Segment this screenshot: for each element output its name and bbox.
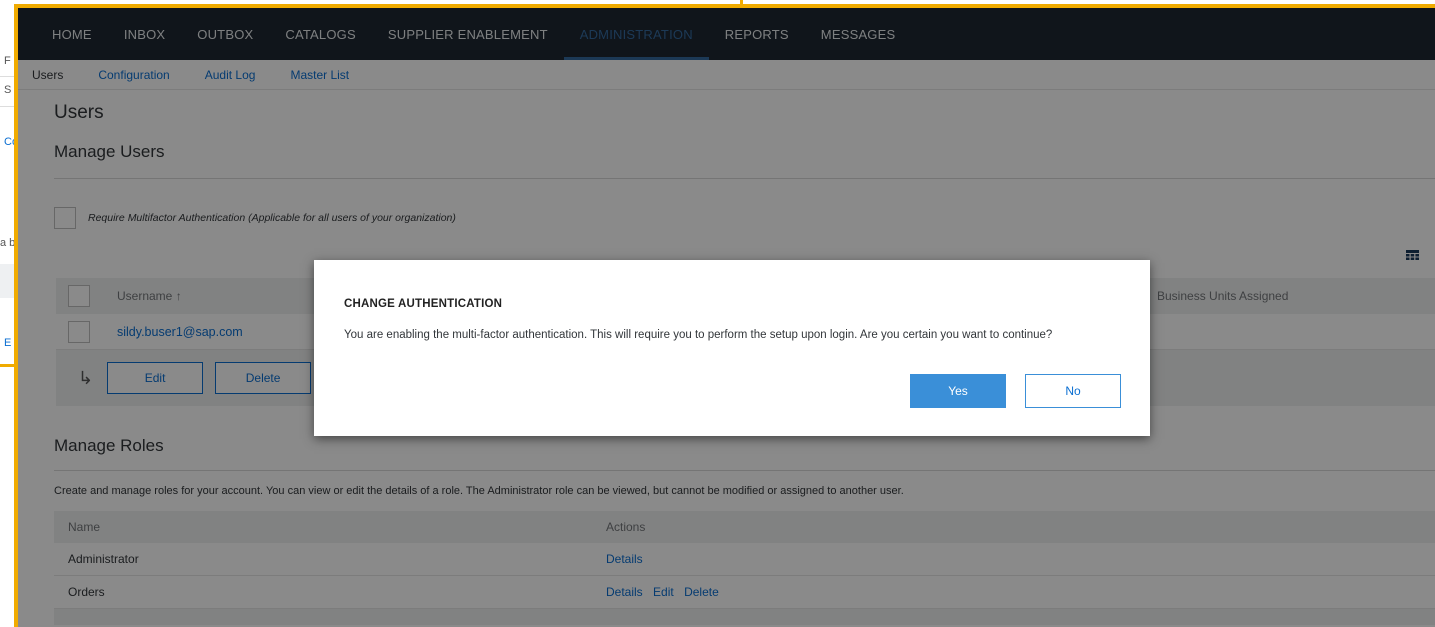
background-link[interactable]: E	[4, 337, 11, 349]
dialog-message: You are enabling the multi-factor authen…	[344, 329, 1053, 341]
yes-button[interactable]: Yes	[910, 374, 1006, 408]
background-text: F	[4, 55, 11, 67]
no-button[interactable]: No	[1025, 374, 1121, 408]
dialog-title: CHANGE AUTHENTICATION	[344, 298, 503, 310]
background-text: S	[4, 84, 12, 96]
change-authentication-dialog: CHANGE AUTHENTICATION You are enabling t…	[314, 260, 1150, 436]
